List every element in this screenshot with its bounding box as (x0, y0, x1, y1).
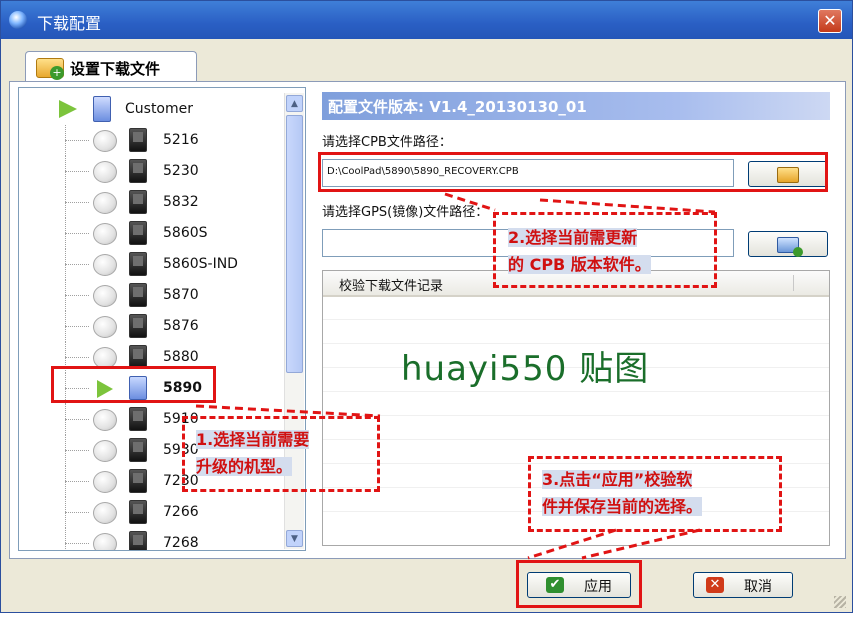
note3-line2: 件并保存当前的选择。 (542, 497, 703, 516)
note2-line2: 的 CPB 版本软件。 (508, 255, 651, 274)
note1-line2: 升级的机型。 (196, 457, 293, 476)
annotation-note-2: 2.选择当前需更新 的 CPB 版本软件。 (508, 224, 651, 278)
note3-line1: 3.点击“应用”校验软 (542, 470, 693, 489)
annotation-note-3: 3.点击“应用”校验软 件并保存当前的选择。 (542, 466, 703, 520)
annotation-note-1: 1.选择当前需要 升级的机型。 (196, 426, 310, 480)
note2-line1: 2.选择当前需更新 (508, 228, 638, 247)
note1-line1: 1.选择当前需要 (196, 430, 310, 449)
